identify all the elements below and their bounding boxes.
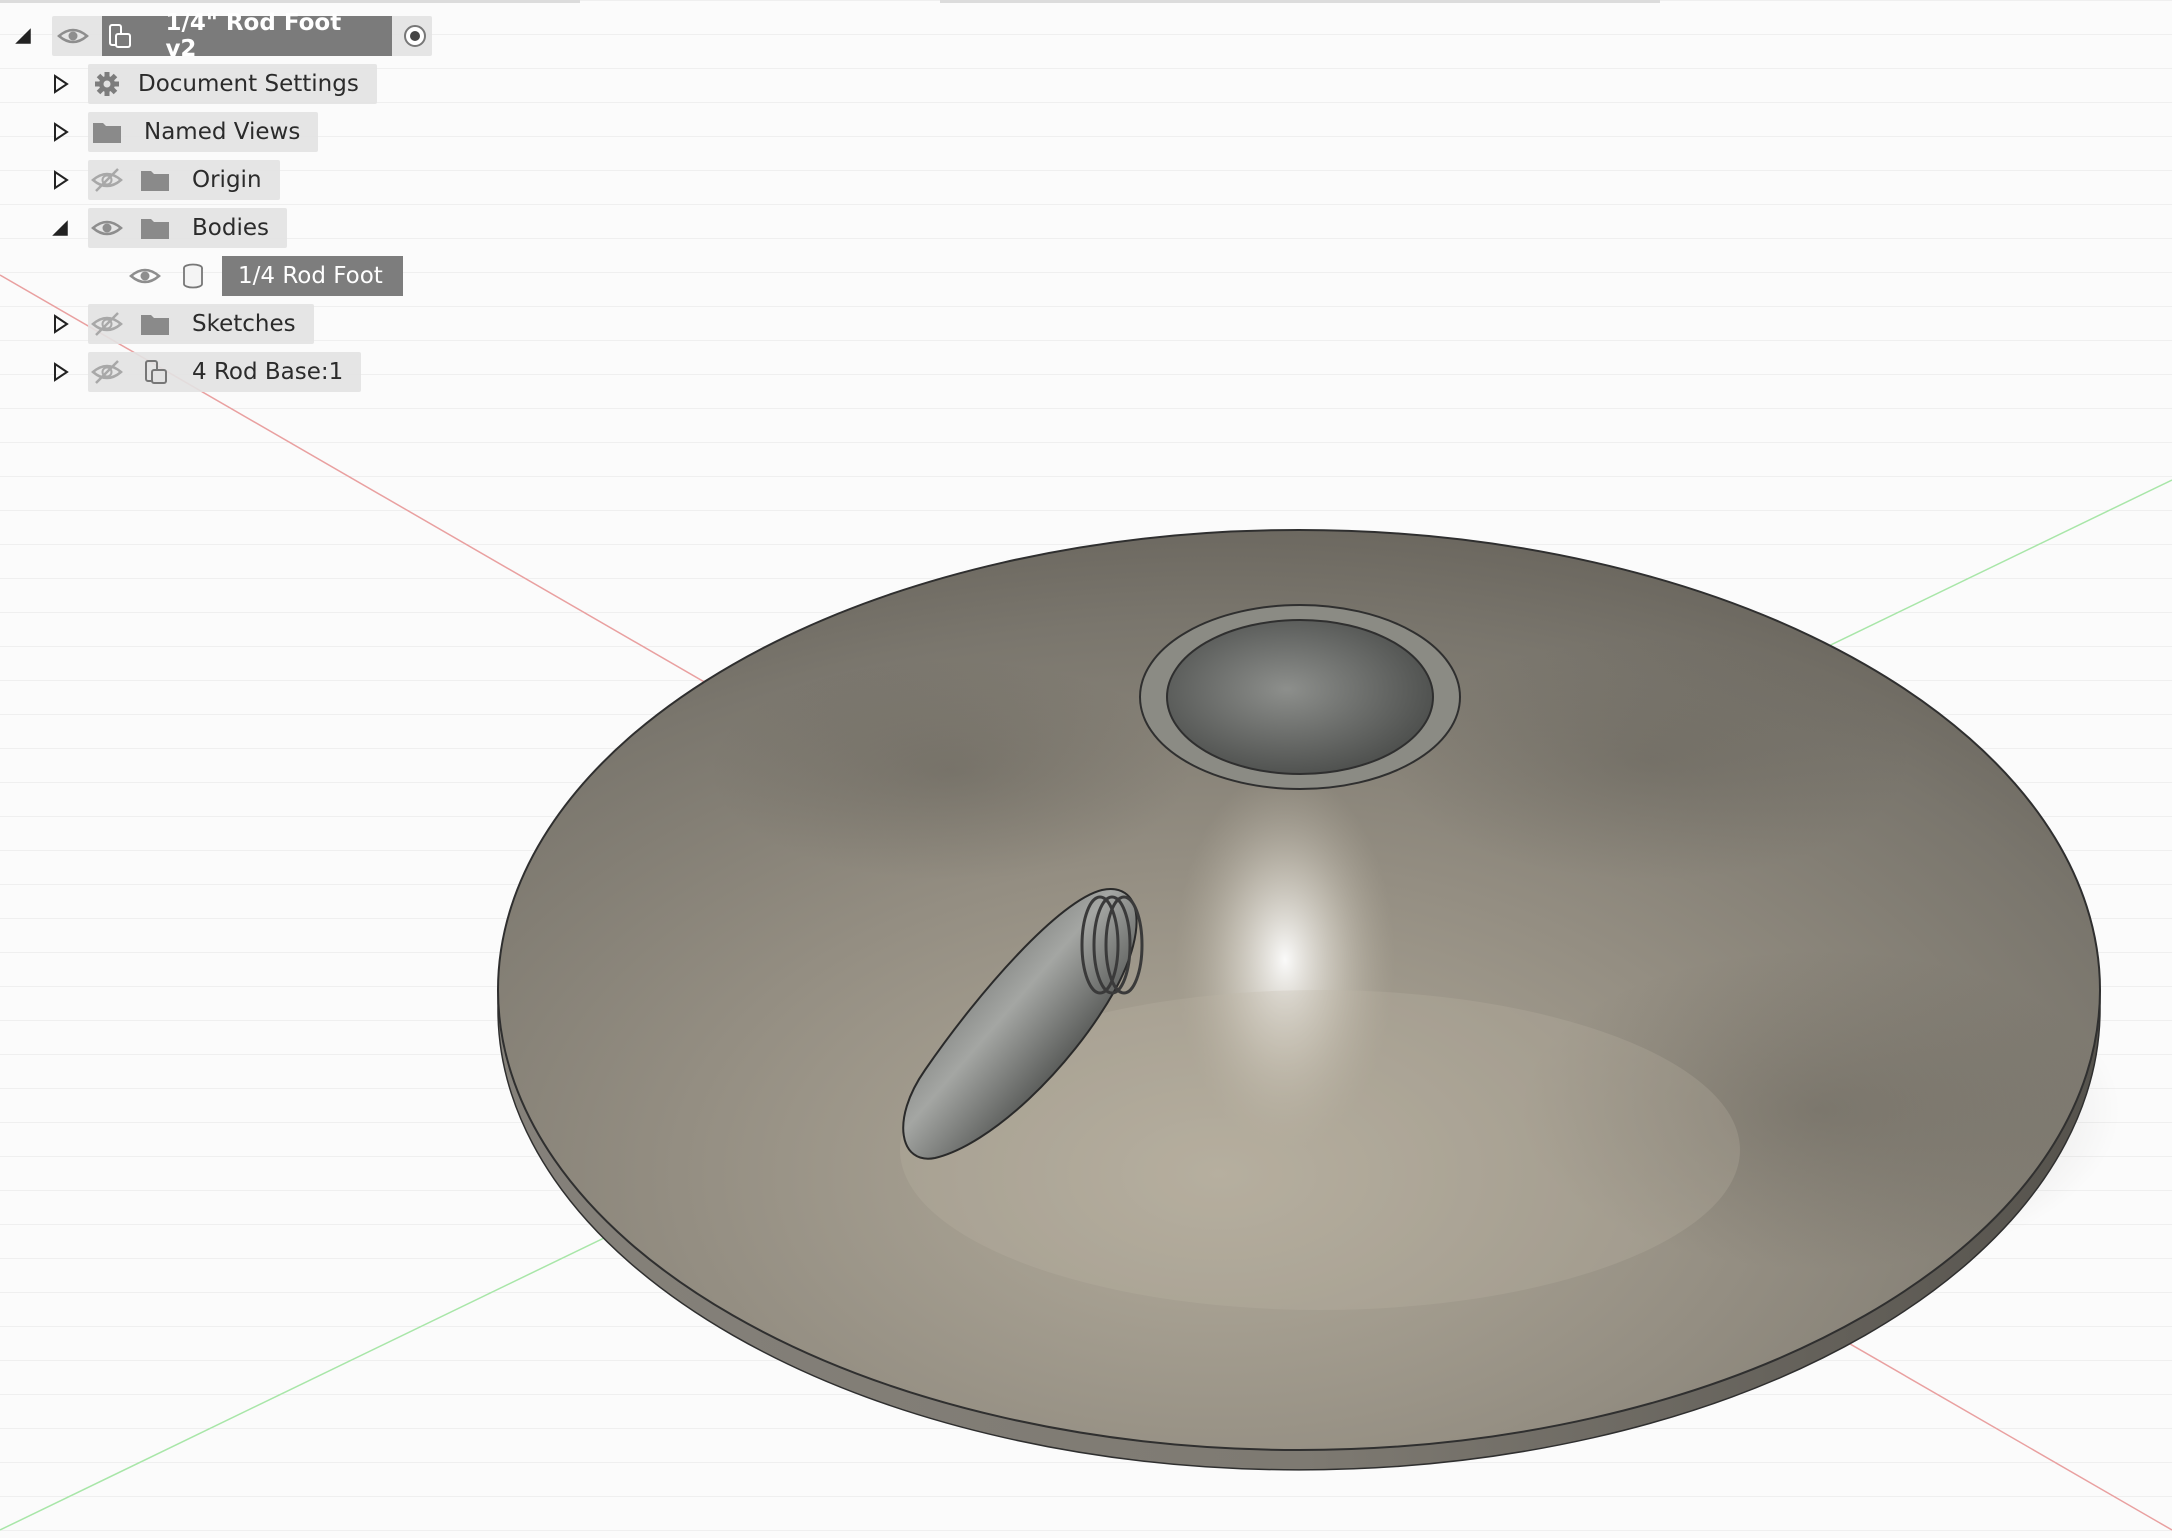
toolbar-edge-left [0, 0, 580, 3]
eye-icon[interactable] [90, 208, 124, 248]
toolbar-edge-right [940, 0, 1660, 3]
expand-toggle-rod-base[interactable] [49, 360, 73, 384]
folder-icon [138, 160, 172, 200]
browser-item-bodies[interactable]: Bodies [88, 208, 287, 248]
eye-hidden-icon[interactable] [90, 352, 124, 392]
browser-item-rod-base[interactable]: 4 Rod Base:1 [88, 352, 362, 392]
component-icon [138, 352, 172, 392]
browser-item-rod-foot-body[interactable]: 1/4 Rod Foot [126, 256, 403, 296]
body-icon [176, 256, 210, 296]
browser-item-named-views[interactable]: Named Views [88, 112, 319, 152]
browser-item-label: Bodies [192, 215, 269, 241]
eye-icon[interactable] [128, 256, 162, 296]
root-row[interactable]: 1/4" Rod Foot v2 [52, 10, 432, 62]
expand-toggle-named-views[interactable] [49, 120, 73, 144]
expand-toggle-document-settings[interactable] [49, 72, 73, 96]
root-component-label: 1/4" Rod Foot v2 [165, 10, 342, 62]
expand-toggle-sketches[interactable] [49, 312, 73, 336]
gear-icon [90, 64, 124, 104]
root-selected-label-block[interactable]: 1/4" Rod Foot v2 [101, 10, 393, 62]
browser-item-label: Sketches [192, 311, 296, 337]
selected-body-label: 1/4 Rod Foot [222, 256, 403, 296]
rod-foot-body[interactable] [497, 529, 2120, 1471]
eye-hidden-icon[interactable] [90, 160, 124, 200]
browser-item-document-settings[interactable]: Document Settings [88, 64, 377, 104]
activate-component-radio-icon[interactable] [398, 16, 432, 56]
expand-toggle-origin[interactable] [49, 168, 73, 192]
folder-icon [138, 304, 172, 344]
browser-item-label: Origin [192, 167, 262, 193]
browser-item-label: Named Views [144, 119, 301, 145]
browser-item-label: 4 Rod Base:1 [192, 359, 344, 385]
folder-icon [90, 112, 124, 152]
center-bore [1166, 619, 1434, 775]
eye-hidden-icon[interactable] [90, 304, 124, 344]
folder-icon [138, 208, 172, 248]
browser-item-origin[interactable]: Origin [88, 160, 280, 200]
eye-icon[interactable] [56, 16, 90, 56]
3d-viewport[interactable] [0, 0, 2172, 1538]
collapse-toggle-bodies[interactable] [49, 216, 73, 240]
collapse-toggle-root[interactable] [12, 24, 36, 48]
component-icon [102, 16, 136, 56]
browser-item-sketches[interactable]: Sketches [88, 304, 314, 344]
browser-item-label: Document Settings [138, 71, 359, 97]
